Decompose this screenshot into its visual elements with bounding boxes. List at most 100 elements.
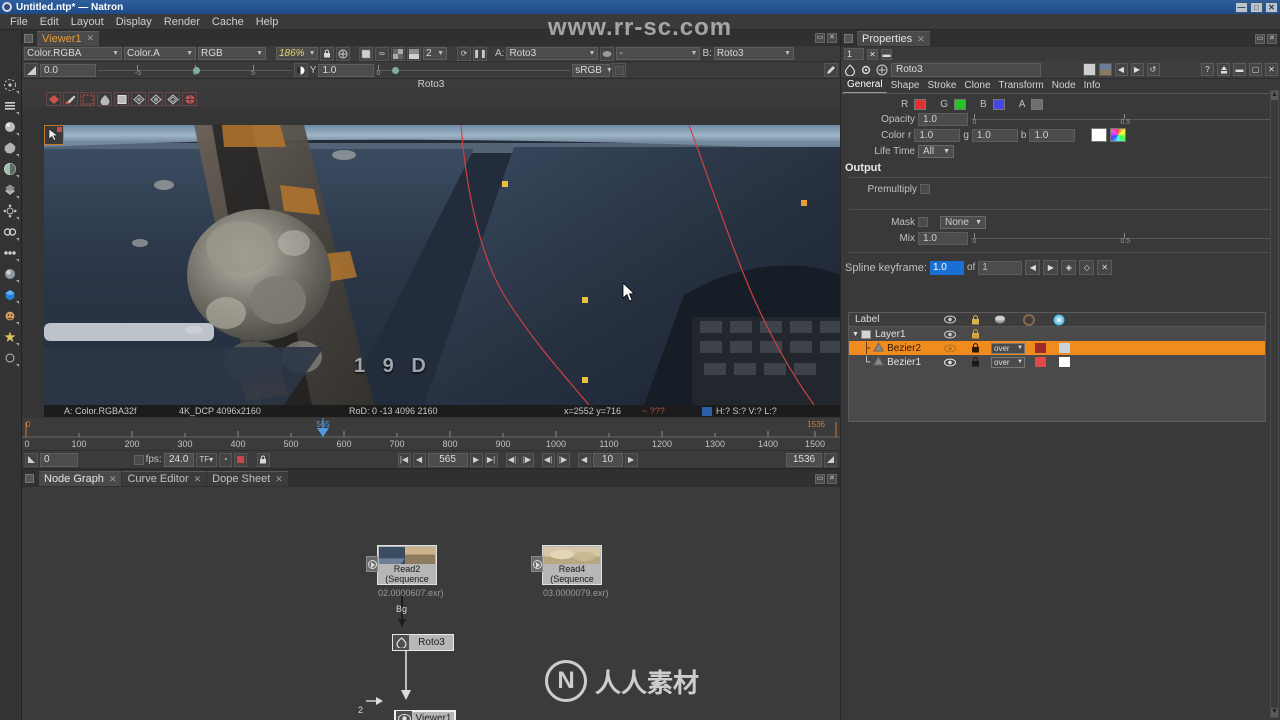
close-button[interactable]: ✕ — [1265, 1, 1278, 13]
lock-zoom-icon[interactable] — [320, 46, 334, 61]
add-keyframe-button[interactable]: ◈ — [1061, 260, 1077, 275]
smooth-tool-icon[interactable] — [148, 92, 163, 106]
refresh-viewer-icon[interactable]: ∞ — [375, 46, 389, 61]
menu-layout[interactable]: Layout — [65, 15, 110, 29]
layer-channel-select[interactable]: Color.RGBA ▼ — [24, 47, 122, 60]
next-keyframe-button[interactable]: |▶ — [520, 452, 534, 467]
image-tool-icon[interactable] — [0, 284, 20, 305]
tab-info[interactable]: Info — [1080, 79, 1105, 93]
menu-render[interactable]: Render — [158, 15, 206, 29]
channel-a-toggle[interactable] — [1031, 98, 1044, 110]
mix-slider[interactable]: 0 0.5 1 — [971, 232, 1277, 245]
close-icon[interactable]: ✕ — [917, 34, 925, 45]
mask-select[interactable]: None ▼ — [940, 215, 986, 229]
zoom-select[interactable]: 186% ▼ — [276, 47, 318, 60]
render-progress-icon[interactable]: ⟳ — [457, 46, 471, 61]
time-tool-icon[interactable] — [0, 221, 20, 242]
color-tool-icon[interactable] — [0, 137, 20, 158]
sharpen-tool-icon[interactable] — [165, 92, 180, 106]
picker-icon[interactable] — [824, 63, 839, 77]
gain-field[interactable]: 0.0 — [40, 63, 96, 77]
composite-operator-value-wrap[interactable]: over ▼ — [991, 342, 1025, 354]
close-pane-icon[interactable]: ✕ — [827, 33, 837, 43]
lock-icon[interactable] — [963, 343, 987, 353]
menu-display[interactable]: Display — [110, 15, 158, 29]
opacity-row[interactable]: Opacity 1.0 0 0.5 1 — [841, 111, 1280, 127]
remove-all-keyframes-button[interactable]: ✕ — [1097, 260, 1113, 275]
channel-tool-icon[interactable] — [0, 200, 20, 221]
spline-keyframe-field[interactable]: 1.0 — [929, 260, 964, 275]
scroll-down-icon[interactable]: ▼ — [1271, 708, 1278, 717]
alpha-channel-select[interactable]: Color.A ▼ — [124, 47, 196, 60]
frame-increment-field[interactable]: 10 — [592, 452, 623, 467]
center-on-node-icon[interactable] — [1217, 63, 1230, 76]
b-input-select[interactable]: Roto3 ▼ — [713, 47, 794, 60]
tab-transform[interactable]: Transform — [995, 79, 1048, 93]
checkerboard-icon[interactable] — [391, 46, 405, 61]
table-row[interactable]: ├ Bezier2 over ▼ — [849, 341, 1265, 355]
timeline[interactable]: 0 100 200 300 400 500 600 700 800 900 1000 1100 1… — [22, 418, 840, 450]
views-tool-icon[interactable] — [0, 242, 20, 263]
keyer-tool-icon[interactable] — [0, 179, 20, 200]
window-controls[interactable]: — □ ✕ — [1235, 1, 1278, 13]
other-tool-icon[interactable] — [0, 263, 20, 284]
premultiply-row[interactable]: Premultiply — [841, 181, 1280, 197]
tab-dope-sheet[interactable]: Dope Sheet ✕ — [207, 471, 288, 486]
node-input-port[interactable] — [531, 556, 543, 572]
viewer-tabbar[interactable]: Viewer1 ✕ ▭ ✕ — [22, 30, 840, 46]
close-panel-button[interactable]: ✕ — [1265, 63, 1278, 76]
step-back-button[interactable]: ◀ — [577, 452, 591, 467]
clip-to-project-icon[interactable] — [359, 46, 373, 61]
gamma-slider-knob[interactable] — [391, 66, 399, 74]
channel-toggles-row[interactable]: R G B A — [841, 97, 1280, 111]
shape-color-swatch[interactable] — [1058, 357, 1070, 367]
node-input-port[interactable] — [366, 556, 378, 572]
channel-b-toggle[interactable] — [992, 98, 1005, 110]
close-icon[interactable]: ✕ — [275, 474, 283, 485]
node-viewer1[interactable]: Viewer1 — [394, 710, 456, 720]
tab-node-graph[interactable]: Node Graph ✕ — [39, 471, 122, 486]
next-keyframe-button[interactable]: ▶ — [1043, 260, 1059, 275]
close-pane-icon[interactable]: ✕ — [827, 473, 837, 484]
roto-overlay[interactable] — [44, 125, 840, 405]
viewer-toolbar-row1[interactable]: Color.RGBA ▼ Color.A ▼ RGB ▼ 186% ▼ ∞ 2 ▼ ⟳ ❚… — [22, 46, 840, 62]
maximize-button[interactable]: □ — [1250, 1, 1263, 13]
color-swatch[interactable] — [1091, 128, 1108, 142]
minimize-button[interactable]: — — [1235, 1, 1248, 13]
chevron-down-icon[interactable]: ▼ — [852, 331, 859, 338]
pause-render-icon[interactable]: ❚❚ — [473, 46, 487, 61]
turbo-mode-icon[interactable]: ◔ — [218, 452, 232, 467]
node-preview-thumb[interactable] — [1098, 63, 1112, 76]
misc-tool-icon[interactable] — [0, 347, 20, 368]
overlay-color-swatch[interactable] — [1034, 357, 1046, 367]
properties-scrollbar[interactable]: ▲ ▼ — [1270, 90, 1279, 718]
tab-curve-editor[interactable]: Curve Editor ✕ — [122, 471, 207, 486]
table-row[interactable]: ▼ Layer1 — [849, 327, 1265, 341]
colorspace-select[interactable]: sRGB ▼ — [572, 63, 613, 77]
operation-select[interactable]: - ▼ — [616, 47, 701, 60]
fit-image-icon[interactable] — [336, 46, 350, 61]
gamma-field[interactable]: 1.0 — [318, 63, 375, 77]
timeline-lock-checkbox[interactable] — [133, 454, 144, 465]
next-increment-button[interactable]: |▶ — [556, 452, 570, 467]
close-icon[interactable]: ✕ — [87, 33, 95, 44]
gain-toggle-icon[interactable] — [24, 63, 38, 77]
opacity-slider[interactable]: 0 0.5 1 — [971, 113, 1277, 126]
channel-r-toggle[interactable] — [914, 98, 927, 110]
opacity-field[interactable]: 1.0 — [918, 112, 968, 126]
last-frame-button[interactable]: ▶| — [484, 452, 498, 467]
menu-edit[interactable]: Edit — [34, 15, 65, 29]
out-point-field[interactable]: 1536 — [786, 452, 822, 467]
menu-file[interactable]: File — [4, 15, 34, 29]
float-panel-button[interactable]: ▢ — [1249, 63, 1262, 76]
rectangle-select-icon[interactable] — [80, 92, 95, 106]
mix-row[interactable]: Mix 1.0 0 0.5 1 — [841, 230, 1280, 246]
blur-tool-icon[interactable] — [97, 92, 112, 106]
overlay-color-swatch-cell[interactable] — [1029, 343, 1051, 353]
record-icon[interactable] — [233, 452, 247, 467]
node-settings-header[interactable]: Roto3 ◀ ▶ ↺ ? ▬ ▢ ✕ — [841, 61, 1280, 79]
timeline-controls[interactable]: 0 fps: 24.0 TF ▾ ◔ |◀ ◀ 565 ▶ ▶| ◀| |▶ ◀|… — [22, 450, 840, 468]
bezier-row-name-cell[interactable]: ├ Bezier2 — [849, 341, 937, 355]
node-roto3[interactable]: Roto3 — [392, 634, 454, 651]
tab-node[interactable]: Node — [1048, 79, 1080, 93]
